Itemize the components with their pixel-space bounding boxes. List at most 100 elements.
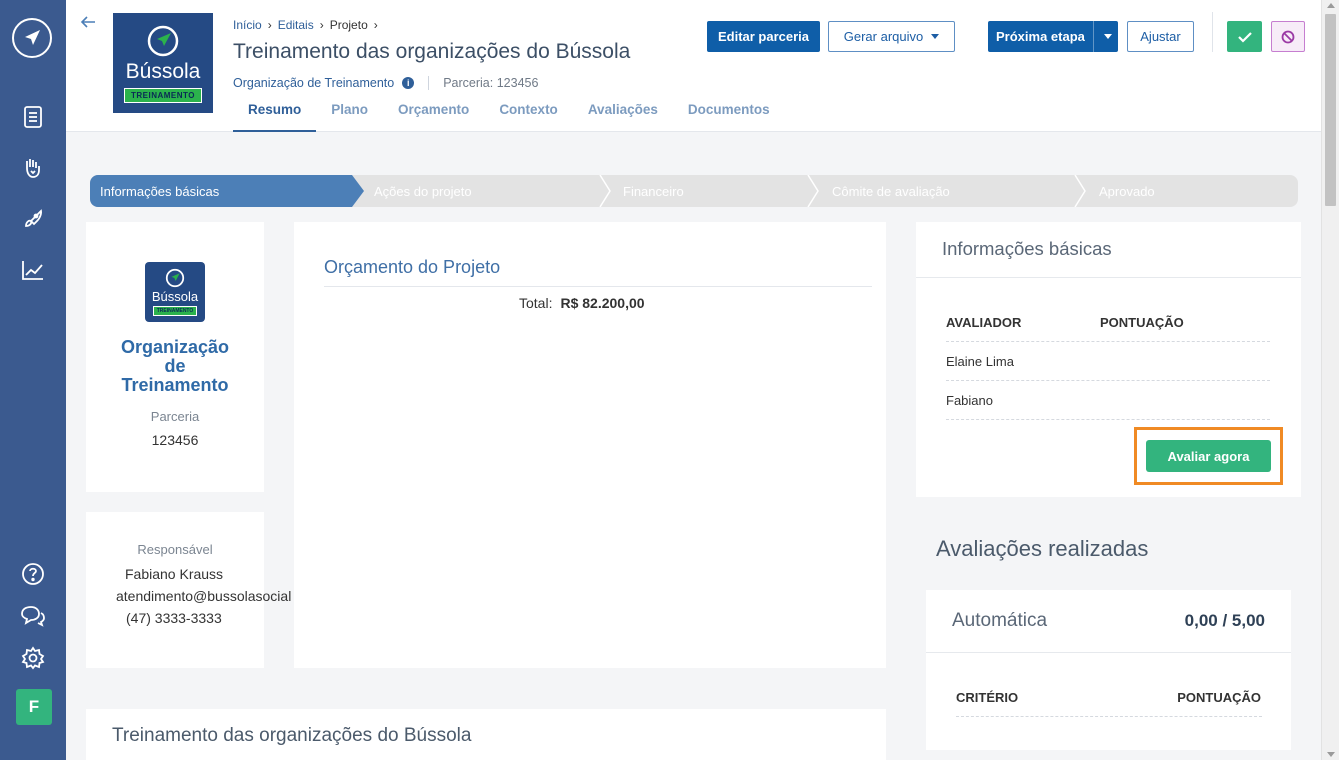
next-step-button[interactable]: Próxima etapa xyxy=(988,21,1118,52)
back-arrow-icon[interactable] xyxy=(80,14,96,30)
org-line: Organização de Treinamento i Parceria: 1… xyxy=(233,76,538,90)
organization-logo: Bússola TREINAMENTO xyxy=(145,262,205,322)
adjust-label: Ajustar xyxy=(1140,29,1181,44)
evaluate-now-button[interactable]: Avaliar agora xyxy=(1146,440,1271,472)
edit-partnership-button[interactable]: Editar parceria xyxy=(707,21,820,52)
compass-icon xyxy=(165,268,185,288)
divider xyxy=(428,76,430,90)
page-scrollbar[interactable] xyxy=(1321,0,1339,760)
check-icon xyxy=(1237,31,1252,43)
logo-tag: TREINAMENTO xyxy=(123,87,203,103)
page-title: Treinamento das organizações do Bússola xyxy=(233,40,631,63)
step-separator xyxy=(599,175,611,207)
organization-name[interactable]: Organização de Treinamento xyxy=(86,338,264,395)
info-icon[interactable]: i xyxy=(402,77,415,89)
divider xyxy=(946,380,1270,381)
budget-total: Total: R$ 82.200,00 xyxy=(519,295,645,311)
breadcrumb-separator: › xyxy=(373,18,378,32)
chevron-down-icon xyxy=(1104,34,1112,39)
divider xyxy=(1212,12,1213,52)
column-header-evaluator: AVALIADOR xyxy=(946,315,1022,330)
column-header-score: PONTUAÇÃO xyxy=(1177,690,1261,705)
tab-orcamento[interactable]: Orçamento xyxy=(383,102,484,132)
org-link[interactable]: Organização de Treinamento xyxy=(233,76,394,90)
divider xyxy=(946,341,1270,342)
breadcrumb: Início › Editais › Projeto › xyxy=(233,18,378,32)
divider xyxy=(324,286,872,287)
hand-heart-icon[interactable] xyxy=(20,155,46,181)
column-header-criterion: CRITÉRIO xyxy=(956,690,1019,705)
tab-resumo[interactable]: Resumo xyxy=(233,102,317,132)
help-icon[interactable] xyxy=(20,561,46,587)
user-avatar[interactable]: F xyxy=(16,689,52,725)
adjust-button[interactable]: Ajustar xyxy=(1127,21,1194,52)
automatic-evaluation-card: Automática 0,00 / 5,00 CRITÉRIO PONTUAÇÃ… xyxy=(926,590,1291,750)
divider xyxy=(926,652,1291,653)
breadcrumb-separator: › xyxy=(267,18,272,32)
budget-total-label: Total: xyxy=(519,295,553,311)
step-financeiro: Financeiro xyxy=(623,183,684,199)
next-step-label: Próxima etapa xyxy=(996,29,1085,44)
budget-title: Orçamento do Projeto xyxy=(324,257,501,277)
chart-icon[interactable] xyxy=(20,257,46,283)
responsible-label: Responsável xyxy=(137,542,213,557)
partnership-label: Parceria xyxy=(150,409,200,424)
tab-plano[interactable]: Plano xyxy=(316,102,383,132)
scroll-down-icon[interactable] xyxy=(1327,752,1335,757)
logo-word: Bússola xyxy=(151,289,199,304)
organization-card: Bússola TREINAMENTO Organização de Trein… xyxy=(86,222,264,492)
divider xyxy=(956,716,1262,717)
tab-bar: Resumo Plano Orçamento Contexto Avaliaçõ… xyxy=(233,102,785,132)
step-separator xyxy=(1074,175,1086,207)
breadcrumb-inicio[interactable]: Início xyxy=(233,18,262,32)
compass-icon xyxy=(147,25,179,56)
evaluations-heading: Avaliações realizadas xyxy=(936,536,1149,561)
budget-card: Orçamento do Projeto Total: R$ 82.200,00 xyxy=(294,222,886,668)
gear-icon[interactable] xyxy=(20,645,46,671)
partnership-number: 123456 xyxy=(151,432,199,448)
responsible-email: atendimento@bussolasocial xyxy=(116,588,292,604)
sidebar: F xyxy=(0,0,66,760)
logo-tag: TREINAMENTO xyxy=(152,306,198,316)
project-logo: Bússola TREINAMENTO xyxy=(113,13,213,113)
cancel-button[interactable] xyxy=(1271,21,1305,52)
automatic-score: 0,00 / 5,00 xyxy=(1184,611,1265,630)
automatic-label: Automática xyxy=(952,610,1048,631)
responsible-name: Fabiano Krauss xyxy=(125,566,224,582)
step-informacoes-basicas: Informações básicas xyxy=(90,175,364,207)
chevron-down-icon xyxy=(931,34,940,39)
generate-file-button[interactable]: Gerar arquivo xyxy=(828,21,955,52)
generate-file-label: Gerar arquivo xyxy=(843,29,924,44)
column-header-score: PONTUAÇÃO xyxy=(1100,315,1184,330)
step-aprovado: Aprovado xyxy=(1099,183,1155,199)
breadcrumb-separator: › xyxy=(319,18,324,32)
approve-button[interactable] xyxy=(1227,21,1262,52)
block-icon xyxy=(1281,30,1295,43)
budget-total-value: R$ 82.200,00 xyxy=(560,295,645,311)
evaluator-row: Elaine Lima xyxy=(946,354,1014,369)
responsible-phone: (47) 3333-3333 xyxy=(126,610,222,626)
responsible-card: Responsável Fabiano Krauss atendimento@b… xyxy=(86,512,291,668)
step-acoes-do-projeto: Ações do projeto xyxy=(374,183,472,199)
rocket-icon[interactable] xyxy=(20,206,46,232)
step-comite-de-avaliacao: Cômite de avaliação xyxy=(832,183,950,199)
tab-avaliacoes[interactable]: Avaliações xyxy=(573,102,673,132)
step-separator xyxy=(807,175,819,207)
scroll-up-icon[interactable] xyxy=(1327,3,1335,8)
progress-steps: Informações básicas Ações do projeto Fin… xyxy=(90,175,1298,207)
tab-documentos[interactable]: Documentos xyxy=(673,102,785,132)
basic-info-title: Informações básicas xyxy=(942,238,1112,259)
chat-icon[interactable] xyxy=(20,603,46,629)
tab-contexto[interactable]: Contexto xyxy=(484,102,573,132)
next-step-dropdown[interactable] xyxy=(1093,21,1118,52)
evaluator-row: Fabiano xyxy=(946,393,993,408)
document-icon[interactable] xyxy=(20,104,46,130)
breadcrumb-editais[interactable]: Editais xyxy=(278,18,314,32)
compass-logo-icon[interactable] xyxy=(12,18,52,58)
project-card: Treinamento das organizações do Bússola xyxy=(86,709,886,760)
breadcrumb-projeto: Projeto xyxy=(329,18,368,32)
logo-word: Bússola xyxy=(125,59,201,83)
divider xyxy=(946,419,1270,420)
scroll-thumb[interactable] xyxy=(1325,14,1336,206)
project-title: Treinamento das organizações do Bússola xyxy=(112,725,472,746)
